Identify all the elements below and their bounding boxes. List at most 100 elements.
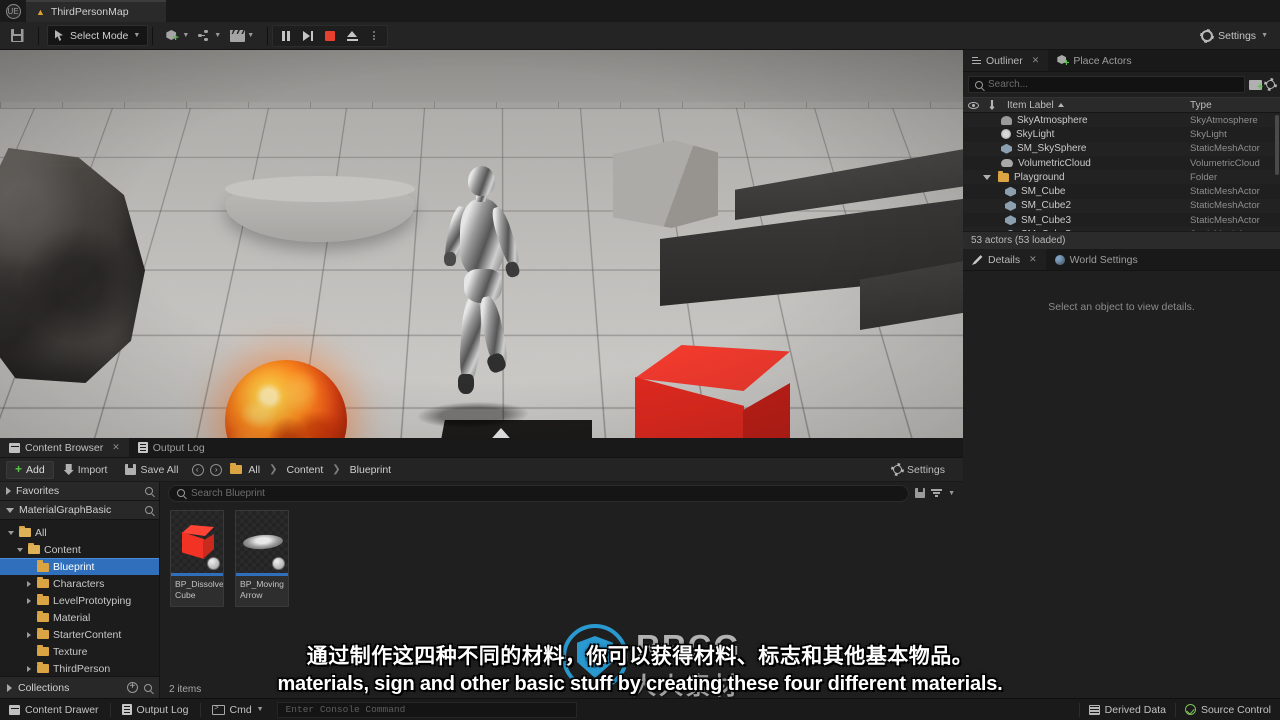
close-icon[interactable]: ✕ <box>1032 55 1040 66</box>
frame-advance-button[interactable] <box>298 26 318 45</box>
tab-world-settings[interactable]: World Settings <box>1046 249 1147 270</box>
table-row[interactable]: SM_Cube StaticMeshActor <box>963 184 1280 198</box>
tab-output-log[interactable]: Output Log <box>129 438 214 457</box>
close-icon[interactable]: ✕ <box>112 442 120 453</box>
tab-place-actors[interactable]: + Place Actors <box>1048 50 1140 71</box>
tree-item-material[interactable]: Material <box>0 609 159 626</box>
gear-icon[interactable] <box>1266 80 1275 89</box>
chevron-down-icon[interactable]: ▼ <box>948 490 955 497</box>
chevron-down-icon[interactable] <box>8 531 14 535</box>
outliner-status: 53 actors (53 loaded) <box>963 231 1280 249</box>
breadcrumb-all[interactable]: All <box>248 464 260 476</box>
breadcrumb-content[interactable]: Content <box>286 464 323 476</box>
asset-search-input[interactable]: Search Blueprint <box>168 485 909 502</box>
level-tab-thirdpersonmap[interactable]: ▲ ThirdPersonMap <box>26 0 166 22</box>
favorites-section-header[interactable]: Favorites <box>0 482 159 501</box>
close-icon[interactable]: ✕ <box>1029 254 1037 265</box>
content-browser-icon <box>9 443 20 453</box>
tree-item-all[interactable]: All <box>0 524 159 541</box>
collections-section-header[interactable]: Collections <box>0 676 159 698</box>
plus-icon: + <box>15 464 22 475</box>
save-current-level-button[interactable] <box>0 22 34 50</box>
row-label: SM_Cube2 <box>1021 200 1071 211</box>
pause-button[interactable] <box>276 26 296 45</box>
tab-content-browser[interactable]: Content Browser ✕ <box>0 438 129 457</box>
eject-button[interactable] <box>342 26 362 45</box>
content-browser-settings-button[interactable]: Settings <box>893 464 957 476</box>
nav-forward-icon[interactable]: › <box>210 464 222 476</box>
add-button-label: Add <box>26 464 45 476</box>
breadcrumb-blueprint[interactable]: Blueprint <box>350 464 391 476</box>
column-type[interactable]: Type <box>1190 100 1280 111</box>
blueprints-button[interactable]: ▼ <box>195 25 224 47</box>
cinematics-button[interactable]: ▼ <box>227 25 257 47</box>
new-folder-icon[interactable] <box>1249 79 1262 90</box>
console-command-input[interactable]: Enter Console Command <box>277 702 577 718</box>
import-button[interactable]: Import <box>56 460 116 480</box>
tree-item-content[interactable]: Content <box>0 541 159 558</box>
cmd-dropdown[interactable]: Cmd ▼ <box>203 699 273 720</box>
chevron-right-icon[interactable] <box>27 581 31 587</box>
output-log-label: Output Log <box>137 704 189 716</box>
column-item-label[interactable]: Item Label <box>1001 100 1190 111</box>
play-more-options-button[interactable] <box>364 26 384 45</box>
outliner-scrollbar[interactable] <box>1275 115 1279 175</box>
tree-item-blueprint[interactable]: Blueprint <box>0 558 159 575</box>
list-item[interactable]: BP_Dissolve Cube <box>170 510 224 607</box>
search-icon[interactable] <box>144 684 152 692</box>
content-browser-body: Favorites MaterialGraphBasic All Content… <box>0 482 963 698</box>
table-row[interactable]: SM_Cube5 StaticMeshActor <box>963 227 1280 231</box>
list-item[interactable]: BP_Moving Arrow <box>235 510 289 607</box>
tree-item-characters[interactable]: Characters <box>0 575 159 592</box>
tree-item-thirdperson[interactable]: ThirdPerson <box>0 660 159 676</box>
toolbar-settings-button[interactable]: Settings ▼ <box>1193 30 1280 42</box>
derived-data-button[interactable]: Derived Data <box>1080 699 1175 720</box>
content-drawer-button[interactable]: Content Drawer <box>0 699 108 720</box>
cinematics-clapperboard-icon <box>230 30 245 42</box>
table-row[interactable]: SkyLight SkyLight <box>963 127 1280 141</box>
filter-icon[interactable] <box>931 489 942 497</box>
tree-item-texture[interactable]: Texture <box>0 643 159 660</box>
source-control-button[interactable]: Source Control <box>1176 699 1280 720</box>
quick-add-actor-button[interactable]: + ▼ <box>163 25 192 47</box>
outliner-search-row: Search... <box>963 72 1280 97</box>
tree-item-levelprototyping[interactable]: LevelPrototyping <box>0 592 159 609</box>
outliner-list[interactable]: SkyAtmosphere SkyAtmosphere SkyLight Sky… <box>963 113 1280 231</box>
table-row[interactable]: VolumetricCloud VolumetricCloud <box>963 156 1280 170</box>
chevron-down-icon: ▼ <box>1261 32 1268 39</box>
chevron-right-icon[interactable] <box>27 632 31 638</box>
search-icon[interactable] <box>145 487 153 495</box>
outliner-search-input[interactable]: Search... <box>968 76 1245 93</box>
row-type: Folder <box>1190 172 1280 183</box>
output-log-button[interactable]: Output Log <box>113 699 198 720</box>
pin-icon[interactable] <box>983 100 1001 110</box>
select-mode-dropdown[interactable]: Select Mode ▼ <box>47 25 148 46</box>
tab-outliner[interactable]: Outliner ✕ <box>963 50 1048 71</box>
level-viewport[interactable] <box>0 50 963 438</box>
save-all-button[interactable]: Save All <box>117 460 186 480</box>
table-row[interactable]: SM_SkySphere StaticMeshActor <box>963 142 1280 156</box>
table-row[interactable]: SkyAtmosphere SkyAtmosphere <box>963 113 1280 127</box>
chevron-down-icon[interactable] <box>17 548 23 552</box>
asset-grid[interactable]: BP_Dissolve Cube BP_Moving Arrow <box>160 504 963 680</box>
add-collection-icon[interactable] <box>127 682 138 693</box>
table-row[interactable]: SM_Cube3 StaticMeshActor <box>963 213 1280 227</box>
add-button[interactable]: + Add <box>6 461 54 479</box>
chevron-right-icon[interactable] <box>27 666 31 672</box>
tab-details[interactable]: Details ✕ <box>963 249 1046 270</box>
unreal-orb-icon[interactable]: UE <box>0 0 26 22</box>
outliner-tab-bar: Outliner ✕ + Place Actors <box>963 50 1280 72</box>
eye-icon[interactable] <box>963 102 983 109</box>
project-section-header[interactable]: MaterialGraphBasic <box>0 501 159 520</box>
save-search-icon[interactable] <box>915 488 925 498</box>
nav-back-icon[interactable]: ‹ <box>192 464 204 476</box>
content-folder-tree[interactable]: All Content Blueprint Characters LevelPr… <box>0 520 159 676</box>
stop-button[interactable] <box>320 26 340 45</box>
expand-arrow-icon[interactable] <box>983 175 991 180</box>
chevron-right-icon[interactable] <box>27 598 31 604</box>
table-row[interactable]: SM_Cube2 StaticMeshActor <box>963 199 1280 213</box>
sky-light-icon <box>1001 129 1011 139</box>
table-row-folder[interactable]: Playground Folder <box>963 170 1280 184</box>
tree-item-startercontent[interactable]: StarterContent <box>0 626 159 643</box>
search-icon[interactable] <box>145 506 153 514</box>
